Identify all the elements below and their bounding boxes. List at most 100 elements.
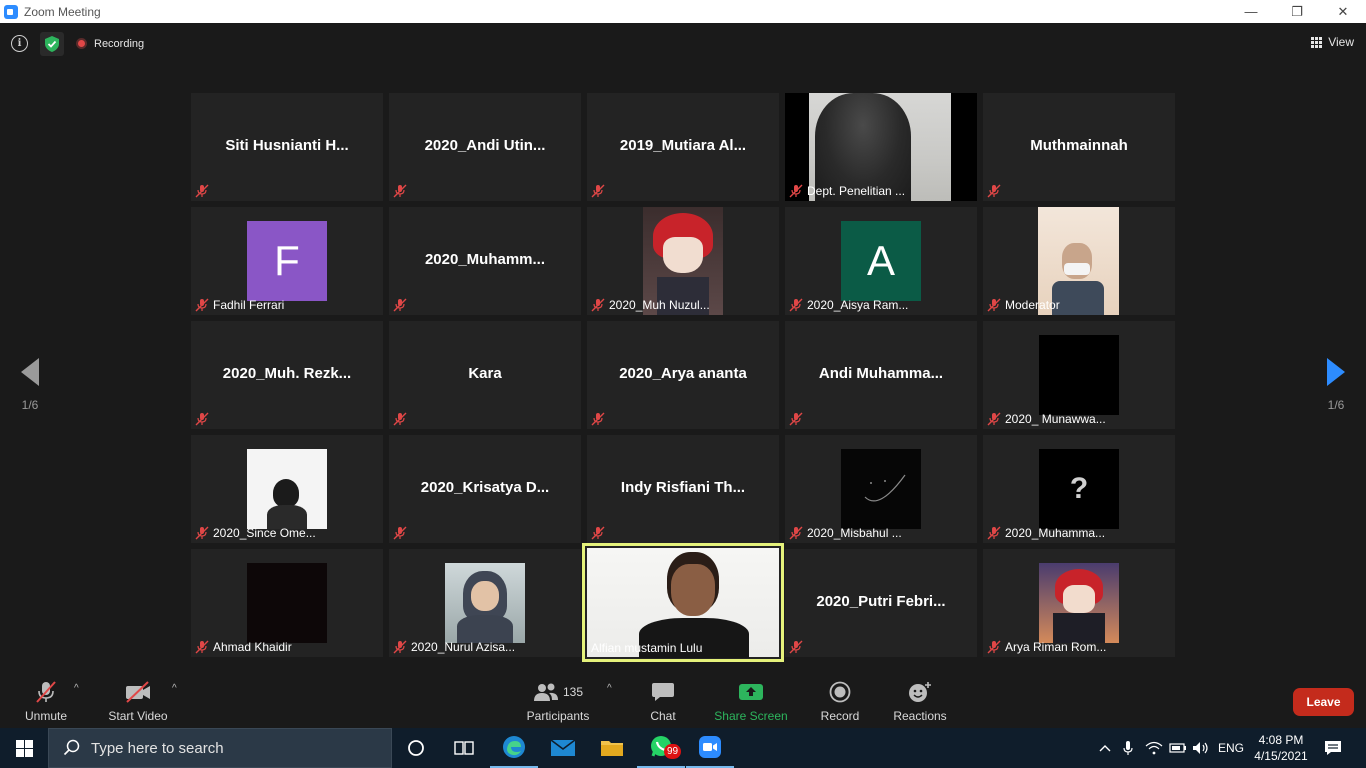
maximize-button[interactable]: ❐ [1274, 0, 1320, 23]
chat-button[interactable]: Chat [643, 679, 683, 723]
muted-mic-icon [195, 412, 209, 426]
zoom-taskbar-button[interactable] [686, 728, 734, 768]
start-video-label: Start Video [108, 709, 168, 723]
muted-mic-icon [195, 298, 209, 312]
edge-taskbar-button[interactable] [490, 728, 538, 768]
video-tile[interactable]: 2020_Misbahul ... [785, 435, 977, 543]
start-button[interactable] [0, 728, 48, 768]
record-label: Record [820, 709, 860, 723]
video-tile[interactable]: ? 2020_Muhamma... [983, 435, 1175, 543]
cortana-button[interactable] [392, 728, 440, 768]
video-tile[interactable]: 2020_Putri Febri... [785, 549, 977, 657]
participant-name: 2020_Muhamm... [424, 251, 546, 268]
security-shield-icon[interactable] [40, 32, 64, 56]
volume-icon[interactable] [1191, 728, 1211, 768]
video-tile[interactable]: Siti Husnianti H... [191, 93, 383, 201]
video-tile[interactable]: Ahmad Khaidir [191, 549, 383, 657]
record-button[interactable]: Record [816, 679, 864, 723]
battery-icon[interactable] [1168, 728, 1188, 768]
participant-label: Arya Riman Rom... [1005, 640, 1107, 654]
participants-options-caret-icon[interactable]: ^ [607, 683, 612, 694]
reactions-label: Reactions [893, 709, 947, 723]
meeting-top-bar: i Recording View [0, 23, 1366, 63]
mail-taskbar-button[interactable] [539, 728, 587, 768]
meeting-info-icon[interactable]: i [11, 35, 28, 52]
video-tile[interactable]: 2020_Muhamm... [389, 207, 581, 315]
next-page-button[interactable]: 1/6 [1321, 358, 1351, 412]
whatsapp-notification-badge: 99 [664, 744, 682, 759]
muted-mic-icon [987, 412, 1001, 426]
video-tile[interactable]: F Fadhil Ferrari [191, 207, 383, 315]
video-tile[interactable]: Muthmainnah [983, 93, 1175, 201]
task-view-button[interactable] [440, 728, 488, 768]
video-tile[interactable]: Kara [389, 321, 581, 429]
video-options-caret-icon[interactable]: ^ [172, 683, 177, 694]
video-tile[interactable]: Andi Muhamma... [785, 321, 977, 429]
clock-date: 4/15/2021 [1254, 749, 1308, 763]
input-language-indicator[interactable]: ENG [1216, 728, 1246, 768]
minimize-button[interactable]: — [1228, 0, 1274, 23]
video-tile[interactable]: Arya Riman Rom... [983, 549, 1175, 657]
participant-name: Indy Risfiani Th... [620, 479, 746, 496]
recording-indicator[interactable]: Recording [76, 35, 144, 52]
video-tile[interactable]: 2020_Andi Utin... [389, 93, 581, 201]
video-tile[interactable]: Dept. Penelitian ... [785, 93, 977, 201]
participant-label: Fadhil Ferrari [213, 298, 285, 312]
muted-mic-icon [195, 640, 209, 654]
video-tile[interactable]: 2019_Mutiara Al... [587, 93, 779, 201]
video-tile[interactable]: 2020_Muh Nuzul... [587, 207, 779, 315]
participant-label: Dept. Penelitian ... [807, 184, 906, 198]
network-icon[interactable] [1144, 728, 1164, 768]
participants-button[interactable]: 135 Participants [524, 679, 592, 723]
taskbar-search[interactable]: Type here to search [48, 728, 392, 768]
file-explorer-taskbar-button[interactable] [588, 728, 636, 768]
muted-mic-icon [393, 526, 407, 540]
video-tile[interactable]: 2020_Nurul Azisa... [389, 549, 581, 657]
video-tile[interactable]: A 2020_Aisya Ram... [785, 207, 977, 315]
microphone-tray-icon[interactable] [1120, 728, 1136, 768]
audio-options-caret-icon[interactable]: ^ [74, 683, 79, 694]
action-center-button[interactable] [1320, 728, 1346, 768]
leave-button[interactable]: Leave [1293, 688, 1354, 716]
window-title: Zoom Meeting [24, 4, 101, 19]
participant-name: 2020_Krisatya D... [420, 479, 550, 496]
participant-name: Siti Husnianti H... [225, 137, 349, 154]
video-tile[interactable]: 2020_Muh. Rezk... [191, 321, 383, 429]
muted-mic-icon [195, 526, 209, 540]
participant-label: Moderator [1005, 298, 1060, 312]
avatar-initial: A [841, 221, 921, 301]
show-hidden-icons-button[interactable] [1096, 728, 1114, 768]
whatsapp-taskbar-button[interactable]: 99 [637, 728, 685, 768]
video-tile[interactable]: Indy Risfiani Th... [587, 435, 779, 543]
active-speaker-tile[interactable]: Alfian mustamin Lulu [582, 543, 784, 662]
muted-mic-icon [987, 298, 1001, 312]
muted-mic-icon [591, 184, 605, 198]
unmute-label: Unmute [24, 709, 68, 723]
profile-picture [841, 449, 921, 529]
chevron-up-icon [1099, 745, 1111, 752]
view-button[interactable]: View [1311, 35, 1354, 49]
participants-icon [533, 683, 558, 701]
unmute-button[interactable]: Unmute [22, 679, 70, 723]
muted-mic-icon [789, 298, 803, 312]
video-tile[interactable]: 2020_Krisatya D... [389, 435, 581, 543]
video-tile[interactable]: 2020_Arya ananta [587, 321, 779, 429]
video-tile[interactable]: Moderator [983, 207, 1175, 315]
windows-taskbar: Type here to search 99 ENG 4:08 PM 4/15/… [0, 728, 1366, 768]
video-tile[interactable]: 2020_ Munawwa... [983, 321, 1175, 429]
chat-label: Chat [650, 709, 676, 723]
participant-label: Alfian mustamin Lulu [591, 641, 703, 655]
participant-name: Kara [468, 365, 502, 382]
close-button[interactable]: ✕ [1320, 0, 1366, 23]
previous-page-button[interactable]: 1/6 [15, 358, 45, 412]
taskbar-clock[interactable]: 4:08 PM 4/15/2021 [1252, 732, 1310, 764]
profile-picture [247, 449, 327, 529]
zoom-app-icon [4, 4, 18, 19]
share-screen-button[interactable]: Share Screen [714, 679, 788, 723]
reactions-button[interactable]: Reactions [890, 679, 950, 723]
start-video-button[interactable]: Start Video [107, 679, 169, 723]
video-tile[interactable]: 2020_Since Ome... [191, 435, 383, 543]
meeting-area: i Recording View 1/6 1/6 Siti Husnianti … [0, 23, 1366, 728]
muted-microphone-icon [22, 679, 70, 705]
grid-view-icon [1311, 36, 1323, 48]
